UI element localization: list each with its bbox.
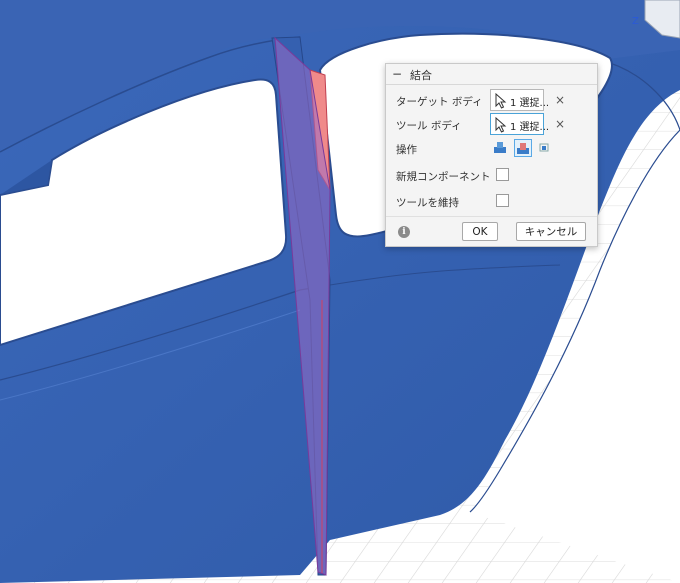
new-component-label: 新規コンポーネント	[396, 171, 491, 183]
cursor-icon	[495, 117, 507, 133]
dialog-footer: i OK キャンセル	[386, 216, 597, 247]
operation-label: 操作	[396, 144, 417, 156]
collapse-icon[interactable]: −	[392, 66, 404, 82]
intersect-icon[interactable]	[536, 139, 554, 157]
close-icon[interactable]: ×	[553, 92, 567, 108]
cursor-icon	[495, 93, 507, 109]
info-icon[interactable]: i	[398, 226, 410, 238]
dialog-header: − 結合	[386, 64, 597, 85]
tool-body-label: ツール ボディ	[396, 120, 462, 132]
keep-tools-label: ツールを維持	[396, 197, 459, 209]
target-body-selection: 1 選捉...	[510, 98, 550, 109]
keep-tools-checkbox[interactable]	[496, 194, 509, 207]
ok-button[interactable]: OK	[462, 222, 498, 241]
keep-tools-row: ツールを維持	[386, 190, 597, 214]
new-component-row: 新規コンポーネント	[386, 164, 597, 188]
dialog-title: 結合	[410, 69, 432, 82]
operation-row: 操作	[386, 139, 597, 163]
tool-body-selection: 1 選捉...	[510, 122, 550, 133]
tool-body-row: ツール ボディ 1 選捉... ×	[386, 113, 597, 137]
close-icon[interactable]: ×	[553, 116, 567, 132]
target-body-label: ターゲット ボディ	[396, 96, 483, 108]
tool-body-select-button[interactable]: 1 選捉...	[490, 113, 549, 135]
cut-icon[interactable]	[514, 139, 532, 157]
target-body-row: ターゲット ボディ 1 選捉... ×	[386, 89, 597, 113]
new-component-checkbox[interactable]	[496, 168, 509, 181]
combine-dialog: − 結合 ターゲット ボディ 1 選捉... × ツール ボディ 1 選捉...…	[385, 63, 598, 247]
cancel-button[interactable]: キャンセル	[516, 222, 586, 241]
join-icon[interactable]	[492, 139, 510, 157]
viewcube-axis-label: Z	[632, 16, 639, 27]
target-body-select-button[interactable]: 1 選捉...	[490, 89, 549, 111]
